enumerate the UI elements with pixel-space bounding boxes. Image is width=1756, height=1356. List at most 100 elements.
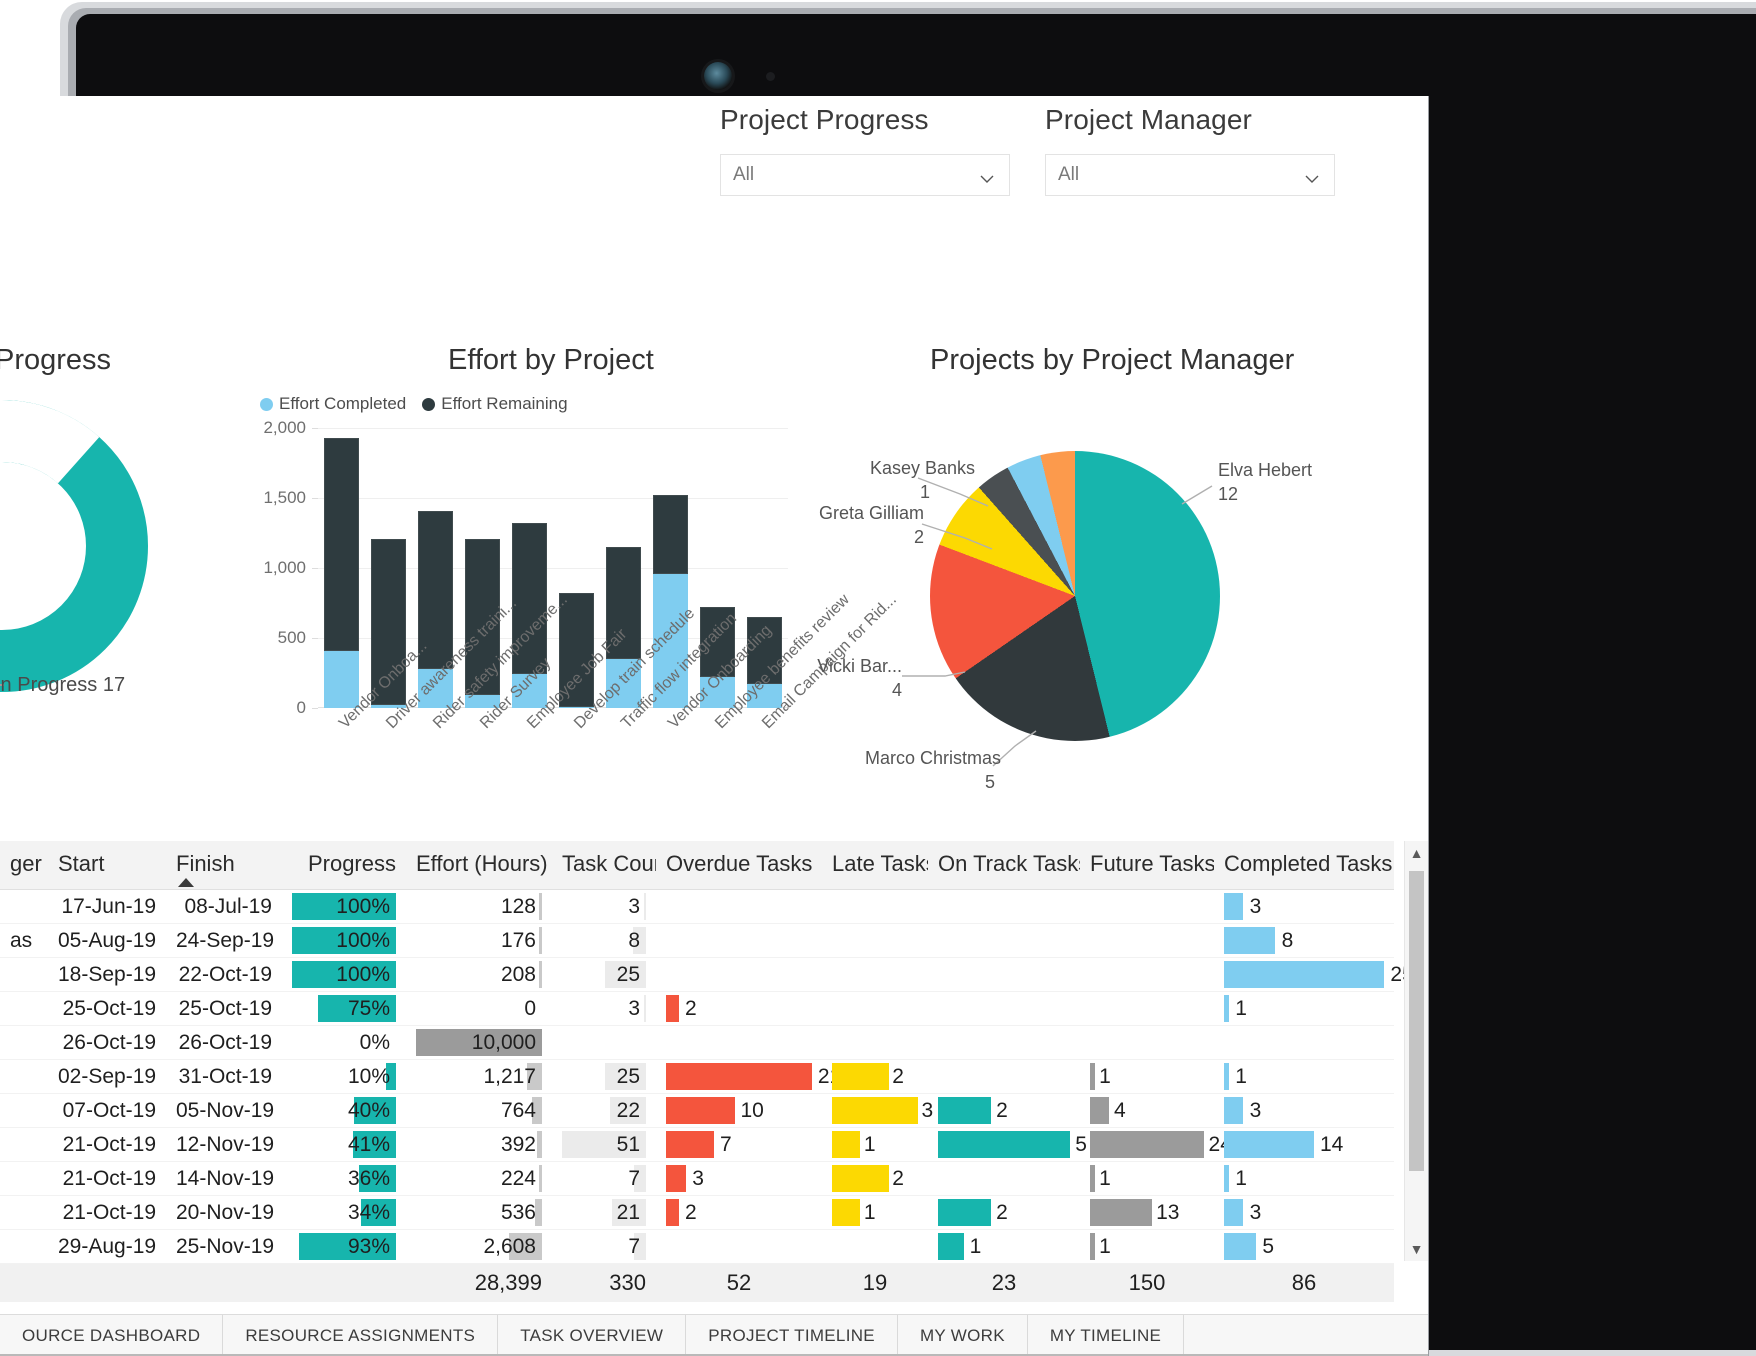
- table-row[interactable]: 29-Aug-19 25-Nov-19 93% 2,608 7 1 1 5: [0, 1229, 1394, 1264]
- page-tab[interactable]: RESOURCE ASSIGNMENTS: [223, 1315, 499, 1356]
- table-row[interactable]: 07-Oct-19 05-Nov-19 40% 764 22 10 3 2 4 3: [0, 1093, 1394, 1128]
- table-column-header[interactable]: On Track Tasks: [928, 841, 1089, 890]
- legend-effort-completed[interactable]: Effort Completed: [260, 394, 406, 414]
- filter-project-manager-select[interactable]: All: [1045, 154, 1335, 196]
- page-tab[interactable]: MY TIMELINE: [1028, 1315, 1185, 1356]
- data-bar-fill: [832, 1165, 889, 1192]
- table-row[interactable]: 18-Sep-19 22-Oct-19 100% 208 25 25: [0, 957, 1414, 992]
- data-bar: 224: [416, 1165, 542, 1192]
- table-column-header[interactable]: Effort (Hours): [406, 841, 552, 890]
- table-column-header[interactable]: Completed Tasks: [1214, 841, 1394, 890]
- table-row[interactable]: 21-Oct-19 14-Nov-19 36% 224 7 3 2 1 1: [0, 1161, 1394, 1196]
- projects-table[interactable]: ger Start Finish Progress Effort (Hours) Task…: [0, 841, 1414, 1302]
- effort-by-project-chart[interactable]: Effort Completed Effort Remaining 0 500 1,…: [248, 346, 899, 816]
- table-column-header[interactable]: Start: [48, 841, 166, 890]
- data-bar-value: 100%: [336, 962, 390, 986]
- data-bar: 536: [416, 1199, 542, 1226]
- data-bar: 41%: [292, 1131, 396, 1158]
- bar-column[interactable]: [324, 437, 359, 708]
- scrollbar-thumb[interactable]: [1409, 871, 1424, 1171]
- data-bar-value: 36%: [347, 1166, 390, 1190]
- table-column-header[interactable]: Task Count: [552, 841, 672, 890]
- table-cell: 19: [822, 1263, 928, 1302]
- y-axis-tick-label: 1,500: [263, 488, 306, 507]
- data-bar: 128: [416, 893, 542, 920]
- data-bar-fill: [666, 1165, 687, 1192]
- data-bar-value: 392: [500, 1132, 536, 1156]
- table-row[interactable]: as 05-Aug-19 24-Sep-19 100% 176 8 8: [0, 923, 1394, 958]
- data-bar: 1,217: [416, 1063, 542, 1090]
- table-cell: 100%: [282, 923, 406, 958]
- table-row[interactable]: 02-Sep-19 31-Oct-19 10% 1,217 25 21 2 1 1: [0, 1059, 1394, 1094]
- data-bar-value: 1: [1099, 1234, 1111, 1258]
- bar-segment-effort-completed[interactable]: [324, 650, 359, 708]
- table-cell: 8: [1214, 923, 1394, 958]
- table-row[interactable]: 17-Jun-19 08-Jul-19 100% 128 3 3: [0, 889, 1394, 924]
- table-row[interactable]: 25-Oct-19 25-Oct-19 75% 0 3 2 1: [0, 991, 1394, 1026]
- table-cell: 128: [406, 889, 552, 924]
- table-cell: 0%: [282, 1025, 406, 1060]
- chevron-up-icon[interactable]: ▲: [1405, 841, 1428, 865]
- data-bar: 7: [666, 1131, 812, 1158]
- page-tab[interactable]: PROJECT TIMELINE: [686, 1315, 898, 1356]
- data-bar: 93%: [292, 1233, 396, 1260]
- table-row[interactable]: 21-Oct-19 12-Nov-19 41% 392 51 7 1 5 24 14: [0, 1127, 1394, 1162]
- projects-by-manager-chart[interactable]: Kasey Banks 1 Greta Gilliam 2 Vicki Bar.…: [810, 346, 1370, 816]
- table-cell: 21-Oct-19: [48, 1127, 166, 1162]
- data-bar: 3: [1224, 1199, 1384, 1226]
- bar-segment-effort-remaining[interactable]: [324, 437, 359, 651]
- table-cell: [656, 889, 822, 924]
- table-cell: [928, 1059, 1080, 1094]
- table-cell: 2: [822, 1059, 928, 1094]
- table-cell: [1214, 1025, 1394, 1060]
- table-cell: 100%: [282, 889, 406, 924]
- page-tab[interactable]: MY WORK: [898, 1315, 1028, 1356]
- table-cell: 1: [928, 1229, 1080, 1264]
- filter-project-progress-select[interactable]: All: [720, 154, 1010, 196]
- data-bar-fill: [666, 995, 680, 1022]
- page-tab[interactable]: TASK OVERVIEW: [498, 1315, 687, 1356]
- data-bar-value: 25: [616, 1064, 640, 1088]
- chevron-down-icon[interactable]: ▼: [1405, 1237, 1428, 1261]
- data-bar-fill: [832, 1097, 918, 1124]
- donut-chart[interactable]: [0, 396, 152, 696]
- data-bar: [832, 893, 918, 920]
- table-cell: 36%: [282, 1161, 406, 1196]
- table-cell: [0, 991, 48, 1026]
- table-row[interactable]: 26-Oct-19 26-Oct-19 0% 10,000: [0, 1025, 1394, 1060]
- table-cell: 12-Nov-19: [166, 1127, 282, 1162]
- bar-segment-effort-remaining[interactable]: [653, 494, 688, 574]
- table-cell: 2: [656, 1195, 822, 1230]
- table-cell: 08-Jul-19: [166, 889, 282, 924]
- bar-chart-legend: Effort Completed Effort Remaining: [260, 394, 578, 414]
- table-cell: 330: [552, 1263, 656, 1302]
- data-bar: 3: [562, 893, 646, 920]
- data-bar: [1090, 995, 1204, 1022]
- table-column-header[interactable]: Finish: [166, 841, 282, 890]
- table-scrollbar[interactable]: ▲ ▼: [1404, 841, 1428, 1261]
- data-bar-value: 40%: [347, 1098, 390, 1122]
- page-tab[interactable]: OURCE DASHBOARD: [0, 1315, 224, 1356]
- table-row[interactable]: 21-Oct-19 20-Nov-19 34% 536 21 2 1 2 13 3: [0, 1195, 1394, 1230]
- table-cell: [1080, 991, 1214, 1026]
- table-cell: 7: [552, 1161, 656, 1196]
- table-column-header[interactable]: ger: [0, 841, 48, 890]
- table-cell: 23: [928, 1263, 1080, 1302]
- legend-effort-remaining[interactable]: Effort Remaining: [422, 394, 568, 414]
- table-cell: 22: [552, 1093, 656, 1128]
- table-cell: [0, 1059, 48, 1094]
- table-column-header[interactable]: Progress: [282, 841, 406, 890]
- data-bar: 176: [416, 927, 542, 954]
- table-column-header[interactable]: Future Tasks: [1080, 841, 1216, 890]
- data-bar-fill: [666, 1131, 715, 1158]
- data-bar-value: 2: [684, 1200, 697, 1224]
- filter-bar: Project Progress All Project Manager All: [0, 96, 1428, 216]
- filter-project-manager-value: All: [1058, 164, 1080, 185]
- data-bar: 10,000: [416, 1029, 542, 1056]
- table-column-header[interactable]: Overdue Tasks: [656, 841, 822, 890]
- table-cell: 1: [1214, 1161, 1394, 1196]
- table-column-header[interactable]: Late Tasks: [822, 841, 937, 890]
- table-cell: 2,608: [406, 1229, 552, 1264]
- gridline: [318, 428, 788, 429]
- data-bar: 2,608: [416, 1233, 542, 1260]
